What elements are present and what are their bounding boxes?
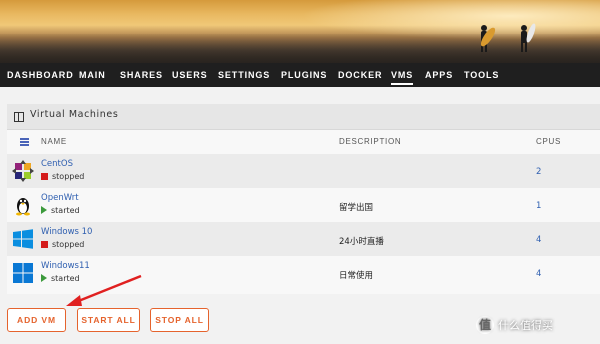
watermark-text: 什么值得买 [498,319,553,332]
nav-dashboard[interactable]: DASHBOARD [7,63,74,87]
vm-name[interactable]: OpenWrt [41,193,79,203]
started-icon [41,274,47,282]
list-view-icon[interactable] [20,138,29,146]
column-header-description[interactable]: DESCRIPTION [339,137,401,146]
stopped-icon [41,241,48,248]
vm-state: stopped [41,240,84,249]
header-banner [0,0,600,63]
virtual-machines-panel: Virtual Machines NAME DESCRIPTION CPUS C… [7,104,600,294]
vm-state-label: stopped [52,172,85,181]
surfers-image [480,23,536,52]
vm-cpus[interactable]: 2 [536,167,541,177]
stopped-icon [41,173,48,180]
vm-state-label: started [51,274,80,283]
watermark: 值 什么值得买 [476,314,553,336]
nav-users[interactable]: USERS [172,63,208,87]
nav-apps[interactable]: APPS [425,63,453,87]
vm-description: 24小时直播 [339,237,384,247]
nav-docker[interactable]: DOCKER [338,63,382,87]
main-nav: DASHBOARD MAIN SHARES USERS SETTINGS PLU… [0,63,600,87]
vm-cpus[interactable]: 1 [536,201,541,211]
nav-tools[interactable]: TOOLS [464,63,499,87]
centos-icon [12,160,34,182]
column-header-name[interactable]: NAME [41,137,67,146]
windows11-icon [13,263,33,283]
linux-tux-icon [16,198,30,216]
vm-row-centos[interactable]: CentOS stopped 2 [7,154,600,188]
panel-title: Virtual Machines [30,109,119,120]
windows10-icon [13,229,33,249]
stop-all-button[interactable]: STOP ALL [150,308,209,332]
column-header-cpus[interactable]: CPUS [536,137,561,146]
vm-state: stopped [41,172,84,181]
vm-description: 日常使用 [339,271,374,281]
add-vm-button[interactable]: ADD VM [7,308,66,332]
vm-state: started [41,274,80,283]
started-icon [41,206,47,214]
vm-name[interactable]: CentOS [41,159,73,169]
nav-vms[interactable]: VMS [391,63,414,85]
watermark-badge: 值 [476,316,494,334]
nav-shares[interactable]: SHARES [120,63,163,87]
nav-settings[interactable]: SETTINGS [218,63,270,87]
vm-row-windows-10[interactable]: Windows 10 stopped 24小时直播 4 [7,222,600,256]
vm-row-openwrt[interactable]: OpenWrt started 留学出国 1 [7,188,600,222]
panel-header: Virtual Machines [7,104,600,130]
nav-main[interactable]: MAIN [79,63,106,87]
vm-name[interactable]: Windows11 [41,261,90,271]
nav-plugins[interactable]: PLUGINS [281,63,327,87]
vm-cpus[interactable]: 4 [536,269,541,279]
vm-state: started [41,206,80,215]
vm-name[interactable]: Windows 10 [41,227,92,237]
vm-state-label: stopped [52,240,85,249]
start-all-button[interactable]: START ALL [77,308,140,332]
window-icon [14,112,24,122]
vm-state-label: started [51,206,80,215]
vm-cpus[interactable]: 4 [536,235,541,245]
vm-row-windows11[interactable]: Windows11 started 日常使用 4 [7,256,600,290]
vm-description: 留学出国 [339,203,374,213]
